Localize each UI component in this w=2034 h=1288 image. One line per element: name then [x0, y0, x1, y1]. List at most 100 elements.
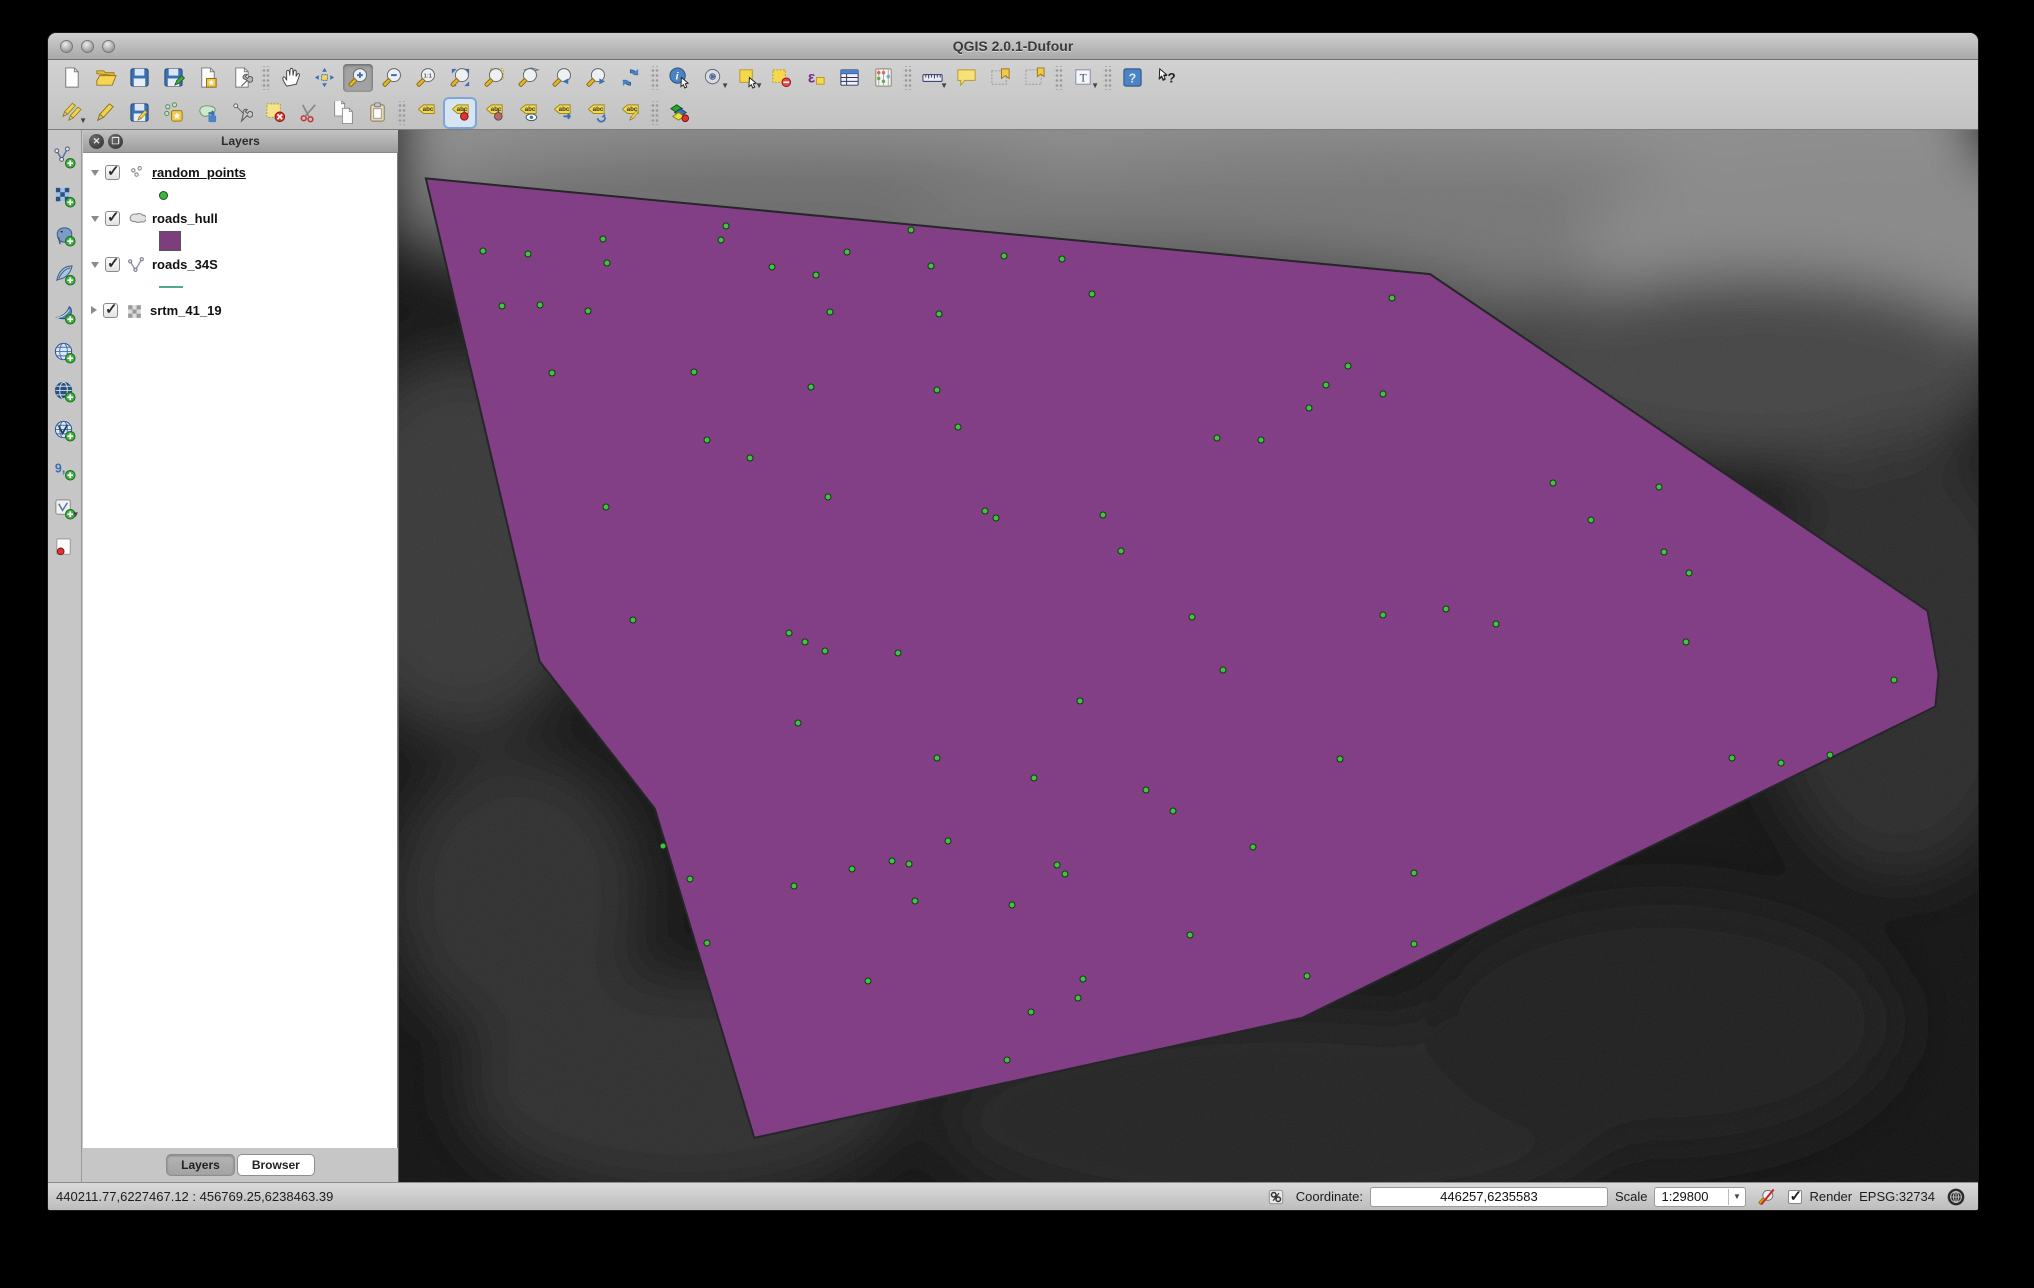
help-contents-icon[interactable]: ?	[1117, 64, 1147, 92]
new-bookmark-icon[interactable]	[985, 64, 1015, 92]
refresh-map-icon[interactable]	[615, 64, 645, 92]
label-hold-icon[interactable]: abc	[479, 99, 509, 127]
copy-features-icon[interactable]	[328, 99, 358, 127]
zoom-next-icon[interactable]	[581, 64, 611, 92]
zoom-out-icon[interactable]	[377, 64, 407, 92]
zoom-to-selection-icon[interactable]	[479, 64, 509, 92]
new-project-icon[interactable]	[56, 64, 86, 92]
layer-row-roads_34S[interactable]: roads_34S	[83, 251, 397, 277]
add-wms-layer-icon[interactable]	[51, 339, 79, 365]
layer-expand-icon[interactable]	[91, 262, 99, 268]
mouse-position-icon[interactable]	[1265, 1186, 1287, 1208]
layer-expand-icon[interactable]	[91, 170, 99, 176]
show-bookmarks-icon[interactable]	[1019, 64, 1049, 92]
add-mssql-layer-icon[interactable]	[51, 300, 79, 326]
save-project-icon[interactable]	[124, 64, 154, 92]
identify-features-icon[interactable]: i	[664, 64, 694, 92]
paste-features-icon[interactable]	[362, 99, 392, 127]
layer-name[interactable]: roads_34S	[152, 257, 218, 272]
whats-this-icon[interactable]: ?	[1151, 64, 1181, 92]
layer-expand-icon[interactable]	[91, 216, 99, 222]
zoom-native-icon[interactable]: 1:1	[411, 64, 441, 92]
map-canvas[interactable]	[398, 130, 1978, 1182]
layer-row-srtm_41_19[interactable]: srtm_41_19	[83, 297, 397, 323]
title-bar[interactable]: QGIS 2.0.1-Dufour	[48, 33, 1978, 60]
crs-status-icon[interactable]	[1944, 1185, 1968, 1209]
pan-map-icon[interactable]	[275, 64, 305, 92]
zoom-in-icon[interactable]	[343, 64, 373, 92]
toggle-editing-icon[interactable]	[90, 99, 120, 127]
deselect-features-icon[interactable]	[766, 64, 796, 92]
panel-tab-browser[interactable]: Browser	[237, 1154, 315, 1176]
label-create-icon[interactable]: abc	[411, 99, 441, 127]
delete-selected-icon[interactable]	[260, 99, 290, 127]
scale-combobox[interactable]: 1:29800▼	[1654, 1187, 1746, 1207]
processing-toolbox-icon[interactable]	[664, 99, 694, 127]
save-project-as-icon[interactable]	[158, 64, 188, 92]
zoom-full-icon[interactable]	[445, 64, 475, 92]
label-pin-icon[interactable]: abc	[445, 99, 475, 127]
layer-visibility-checkbox[interactable]	[105, 257, 120, 272]
random-point-feature	[888, 858, 895, 865]
random-point-feature	[1142, 786, 1149, 793]
scale-dropdown-arrow-icon[interactable]: ▼	[1728, 1189, 1744, 1205]
select-by-expression-icon[interactable]: ε	[800, 64, 830, 92]
field-calculator-icon[interactable]	[868, 64, 898, 92]
add-feature-icon[interactable]	[158, 99, 188, 127]
label-properties-icon[interactable]: abc	[615, 99, 645, 127]
add-wcs-layer-icon[interactable]	[51, 378, 79, 404]
composer-manager-icon[interactable]	[226, 64, 256, 92]
render-checkbox[interactable]	[1788, 1190, 1802, 1204]
label-move-icon[interactable]: abc	[547, 99, 577, 127]
layer-visibility-checkbox[interactable]	[103, 303, 118, 318]
random-point-feature	[1062, 870, 1069, 877]
move-feature-icon[interactable]	[192, 99, 222, 127]
label-rotate-icon[interactable]: abc	[581, 99, 611, 127]
coordinate-input[interactable]: 446257,6235583	[1370, 1187, 1608, 1207]
open-project-icon[interactable]	[90, 64, 120, 92]
panel-tab-layers[interactable]: Layers	[166, 1154, 235, 1176]
add-raster-layer-icon[interactable]	[51, 183, 79, 209]
random-point-feature	[981, 507, 988, 514]
label-toggle-display-icon[interactable]: abc	[513, 99, 543, 127]
random-point-feature	[945, 838, 952, 845]
zoom-last-icon[interactable]	[547, 64, 577, 92]
random-point-feature	[1188, 614, 1195, 621]
layer-expand-icon[interactable]	[91, 306, 97, 314]
toolbar-separator	[650, 101, 659, 125]
random-point-feature	[849, 865, 856, 872]
crs-label: EPSG:32734	[1859, 1189, 1935, 1204]
add-wfs-layer-icon[interactable]	[51, 417, 79, 443]
new-spatialite-layer-icon[interactable]	[51, 534, 79, 560]
add-delimited-text-layer-icon[interactable]: 9,	[51, 456, 79, 482]
add-vector-layer-icon[interactable]	[51, 144, 79, 170]
layer-name[interactable]: random_points	[152, 165, 246, 180]
new-shapefile-layer-icon[interactable]: ▼	[51, 495, 79, 521]
layer-name[interactable]: srtm_41_19	[150, 303, 222, 318]
text-annotation-icon[interactable]: T▼	[1068, 64, 1098, 92]
layer-visibility-checkbox[interactable]	[105, 211, 120, 226]
measure-icon[interactable]: ▼	[917, 64, 947, 92]
random-point-feature	[928, 262, 935, 269]
random-point-feature	[585, 307, 592, 314]
attribute-table-icon[interactable]	[834, 64, 864, 92]
map-extents-text: 440211.77,6227467.12 : 456769.25,6238463…	[56, 1189, 333, 1204]
layer-row-roads_hull[interactable]: roads_hull	[83, 205, 397, 231]
add-postgis-layer-icon[interactable]	[51, 222, 79, 248]
layer-visibility-checkbox[interactable]	[105, 165, 120, 180]
cut-features-icon[interactable]	[294, 99, 324, 127]
scale-lock-icon[interactable]	[1755, 1185, 1779, 1209]
new-composer-icon[interactable]	[192, 64, 222, 92]
add-spatialite-layer-icon[interactable]	[51, 261, 79, 287]
random-point-feature	[795, 720, 802, 727]
map-tips-icon[interactable]	[951, 64, 981, 92]
node-tool-icon[interactable]	[226, 99, 256, 127]
zoom-to-layer-icon[interactable]	[513, 64, 543, 92]
layer-row-random_points[interactable]: random_points	[83, 159, 397, 185]
current-edits-icon[interactable]: ▼	[56, 99, 86, 127]
pan-to-selection-icon[interactable]	[309, 64, 339, 92]
save-layer-edits-icon[interactable]	[124, 99, 154, 127]
run-feature-action-icon[interactable]: ▼	[698, 64, 728, 92]
layer-name[interactable]: roads_hull	[152, 211, 218, 226]
select-features-icon[interactable]: ▼	[732, 64, 762, 92]
